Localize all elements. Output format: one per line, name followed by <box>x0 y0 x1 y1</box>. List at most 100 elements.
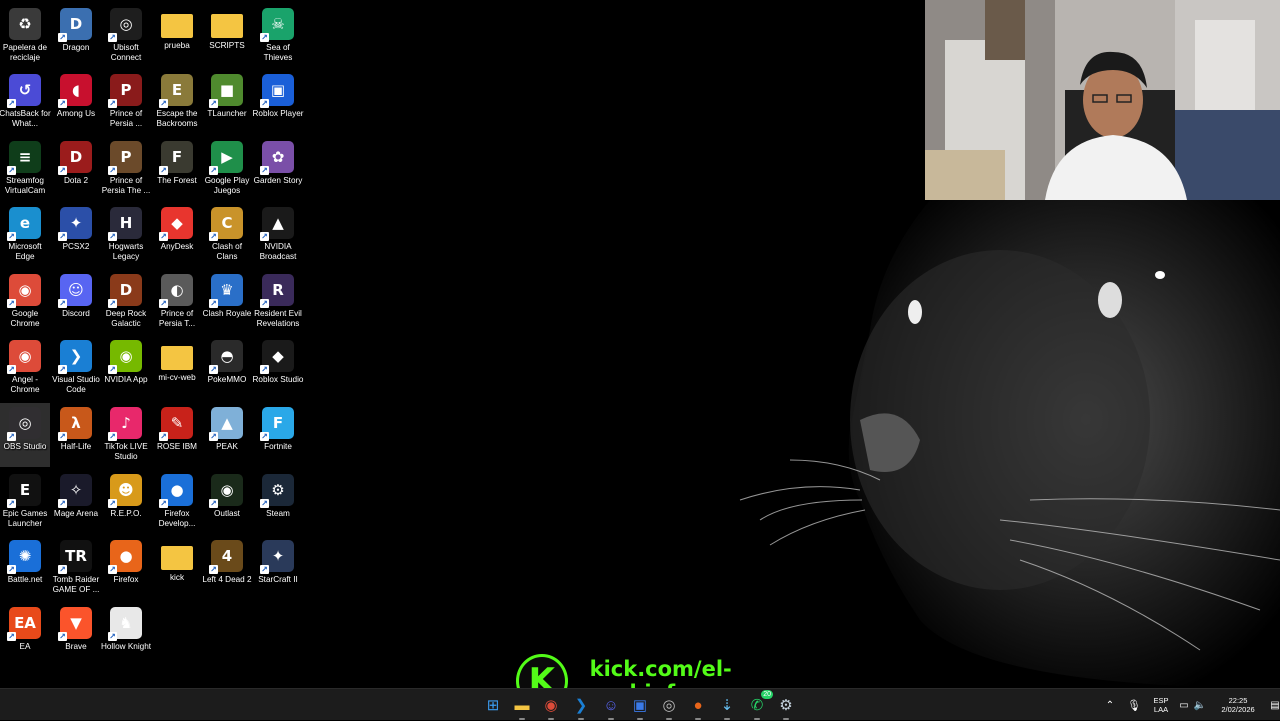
desktop-shortcut[interactable]: ● ↗ Firefox <box>101 536 151 600</box>
shortcut-arrow-icon: ↗ <box>7 632 16 641</box>
desktop-shortcut[interactable]: ● ↗ Firefox Develop... <box>152 470 202 534</box>
desktop-shortcut[interactable]: ◆ ↗ AnyDesk <box>152 203 202 267</box>
desktop-shortcut[interactable]: ⚙ ↗ Steam <box>253 470 303 534</box>
desktop-shortcut[interactable]: prueba <box>152 4 202 68</box>
microphone-icon[interactable]: 🎙 <box>1122 699 1146 712</box>
desktop-shortcut[interactable]: TR ↗ Tomb Raider GAME OF ... <box>51 536 101 600</box>
desktop-shortcut[interactable]: P ↗ Prince of Persia ... <box>101 70 151 134</box>
clock-date: 2/02/2026 <box>1221 705 1255 714</box>
desktop-shortcut[interactable]: ✿ ↗ Garden Story <box>253 137 303 201</box>
shortcut-arrow-icon: ↗ <box>159 166 168 175</box>
desktop-shortcut[interactable]: λ ↗ Half-Life <box>51 403 101 467</box>
desktop-shortcut[interactable]: ❯ ↗ Visual Studio Code <box>51 336 101 400</box>
pokemmo-icon: ◓ ↗ <box>209 340 243 374</box>
desktop-shortcut[interactable]: ◉ ↗ Google Chrome <box>0 270 50 334</box>
desktop-shortcut[interactable]: F ↗ The Forest <box>152 137 202 201</box>
windows-start-taskbar-button[interactable]: ⊞ <box>482 694 504 716</box>
mage-arena-icon: ✧ ↗ <box>58 474 92 508</box>
desktop-shortcut-label: mi-cv-web <box>158 373 196 382</box>
desktop-shortcut[interactable]: ☺ ↗ Discord <box>51 270 101 334</box>
desktop-shortcut[interactable]: E ↗ Epic Games Launcher <box>0 470 50 534</box>
desktop-shortcut[interactable]: D ↗ Dragon <box>51 4 101 68</box>
shortcut-arrow-icon: ↗ <box>58 232 67 241</box>
discord-taskbar-button[interactable]: ☺ <box>600 694 622 720</box>
desktop-shortcut[interactable]: ✺ ↗ Battle.net <box>0 536 50 600</box>
desktop-shortcut[interactable]: 4 ↗ Left 4 Dead 2 <box>202 536 252 600</box>
desktop-shortcut[interactable]: ↺ ↗ ChatsBack for What... <box>0 70 51 134</box>
volume-icon[interactable]: 🔈 <box>1192 700 1208 711</box>
network-icon[interactable]: ▭ <box>1176 700 1192 711</box>
shortcut-arrow-icon: ↗ <box>108 99 117 108</box>
file-explorer-taskbar-button[interactable]: ▬ <box>511 694 533 720</box>
shortcut-arrow-icon: ↗ <box>260 166 269 175</box>
shortcut-arrow-icon: ↗ <box>260 299 269 308</box>
shortcut-arrow-icon: ↗ <box>260 499 269 508</box>
desktop-shortcut[interactable]: ☠ ↗ Sea of Thieves <box>253 4 303 68</box>
desktop-shortcut[interactable]: ▶ ↗ Google Play Juegos <box>202 137 252 201</box>
desktop-shortcut[interactable]: EA ↗ EA <box>0 603 50 667</box>
starcraft-icon: ✦ ↗ <box>260 540 294 574</box>
desktop-shortcut[interactable]: SCRIPTS <box>202 4 252 68</box>
desktop-shortcut[interactable]: ◎ ↗ OBS Studio <box>0 403 50 467</box>
shortcut-arrow-icon: ↗ <box>58 632 67 641</box>
desktop-shortcut[interactable]: ♛ ↗ Clash Royale <box>202 270 252 334</box>
desktop-shortcut[interactable]: ■ ↗ TLauncher <box>202 70 252 134</box>
desktop-shortcut[interactable]: ♻ Papelera de reciclaje <box>0 4 50 68</box>
language-indicator[interactable]: ESP LAA <box>1148 696 1174 714</box>
desktop-shortcut[interactable]: ☻ ↗ R.E.P.O. <box>101 470 151 534</box>
desktop-shortcut[interactable]: ♪ ↗ TikTok LIVE Studio <box>101 403 151 467</box>
desktop-shortcut[interactable]: ◉ ↗ Angel - Chrome <box>0 336 50 400</box>
desktop-shortcut-label: Angel - Chrome <box>10 375 40 394</box>
desktop-shortcut[interactable]: ♞ ↗ Hollow Knight <box>101 603 151 667</box>
desktop-shortcut[interactable]: D ↗ Deep Rock Galactic <box>101 270 151 334</box>
folder-icon <box>161 346 193 370</box>
desktop-shortcut[interactable]: F ↗ Fortnite <box>253 403 303 467</box>
obs-taskbar-button[interactable]: ◎ <box>658 694 680 720</box>
notifications-icon[interactable]: ▤ <box>1266 700 1280 711</box>
desktop-shortcut[interactable]: ✎ ↗ ROSE IBM <box>152 403 202 467</box>
desktop-shortcut[interactable]: ◉ ↗ NVIDIA App <box>101 336 151 400</box>
desktop-shortcut[interactable]: ▣ ↗ Roblox Player <box>253 70 303 134</box>
shortcut-arrow-icon: ↗ <box>108 632 117 641</box>
firefox-taskbar-button[interactable]: ● <box>687 694 709 720</box>
steam-taskbar-button[interactable]: ⚙ <box>775 694 797 720</box>
desktop-icons: ♻ Papelera de reciclaje D ↗ Dragon ◎ ↗ Ubisoft … <box>0 0 310 688</box>
desktop-shortcut[interactable]: ▲ ↗ NVIDIA Broadcast <box>253 203 303 267</box>
steam-streaming-taskbar-button[interactable]: ⇣ <box>716 694 738 720</box>
shortcut-arrow-icon: ↗ <box>260 99 269 108</box>
desktop-shortcut[interactable]: H ↗ Hogwarts Legacy <box>101 203 151 267</box>
desktop-shortcut[interactable]: D ↗ Dota 2 <box>51 137 101 201</box>
shortcut-arrow-icon: ↗ <box>108 166 117 175</box>
desktop-shortcut[interactable]: kick <box>152 536 202 600</box>
clock[interactable]: 22:25 2/02/2026 <box>1214 696 1262 714</box>
desktop-shortcut[interactable]: E ↗ Escape the Backrooms <box>152 70 202 134</box>
desktop-shortcut[interactable]: ◎ ↗ Ubisoft Connect <box>101 4 151 68</box>
desktop-shortcut[interactable]: R ↗ Resident Evil Revelations <box>253 270 303 334</box>
app-taskbar-button[interactable]: ▣ <box>629 694 651 720</box>
vscode-taskbar-button[interactable]: ❯ <box>570 694 592 720</box>
escape-backrooms-icon: E ↗ <box>159 74 193 108</box>
desktop-shortcut[interactable]: ≡ ↗ Streamfog VirtualCam <box>0 137 50 201</box>
desktop-shortcut[interactable]: ◐ ↗ Prince of Persia T... <box>152 270 202 334</box>
desktop-shortcut-label: Clash Royale <box>202 309 252 318</box>
tlauncher-icon: ■ ↗ <box>209 74 243 108</box>
desktop-shortcut[interactable]: ✧ ↗ Mage Arena <box>51 470 101 534</box>
desktop-shortcut[interactable]: ✦ ↗ StarCraft II <box>253 536 303 600</box>
desktop-shortcut[interactable]: ▼ ↗ Brave <box>51 603 101 667</box>
desktop-shortcut[interactable]: C ↗ Clash of Clans <box>202 203 252 267</box>
desktop-shortcut[interactable]: ◆ ↗ Roblox Studio <box>253 336 303 400</box>
desktop-shortcut[interactable]: ✦ ↗ PCSX2 <box>51 203 101 267</box>
shortcut-arrow-icon: ↗ <box>58 565 67 574</box>
desktop-shortcut[interactable]: mi-cv-web <box>152 336 202 400</box>
desktop-shortcut[interactable]: ◓ ↗ PokeMMO <box>202 336 252 400</box>
desktop-shortcut[interactable]: ▲ ↗ PEAK <box>202 403 252 467</box>
chrome-taskbar-button[interactable]: ◉ <box>540 694 562 720</box>
desktop-shortcut[interactable]: ◖ ↗ Among Us <box>51 70 101 134</box>
desktop-shortcut[interactable]: ◉ ↗ Outlast <box>202 470 252 534</box>
desktop-shortcut[interactable]: P ↗ Prince of Persia The ... <box>101 137 151 201</box>
desktop-shortcut-label: Brave <box>65 642 87 651</box>
whatsapp-taskbar-button[interactable]: ✆ 20 <box>746 690 773 720</box>
desktop-shortcut[interactable]: e ↗ Microsoft Edge <box>0 203 50 267</box>
desktop-shortcut-label: Papelera de reciclaje <box>2 43 48 62</box>
show-hidden-icons-chevron-icon[interactable]: ⌃ <box>1102 700 1118 711</box>
